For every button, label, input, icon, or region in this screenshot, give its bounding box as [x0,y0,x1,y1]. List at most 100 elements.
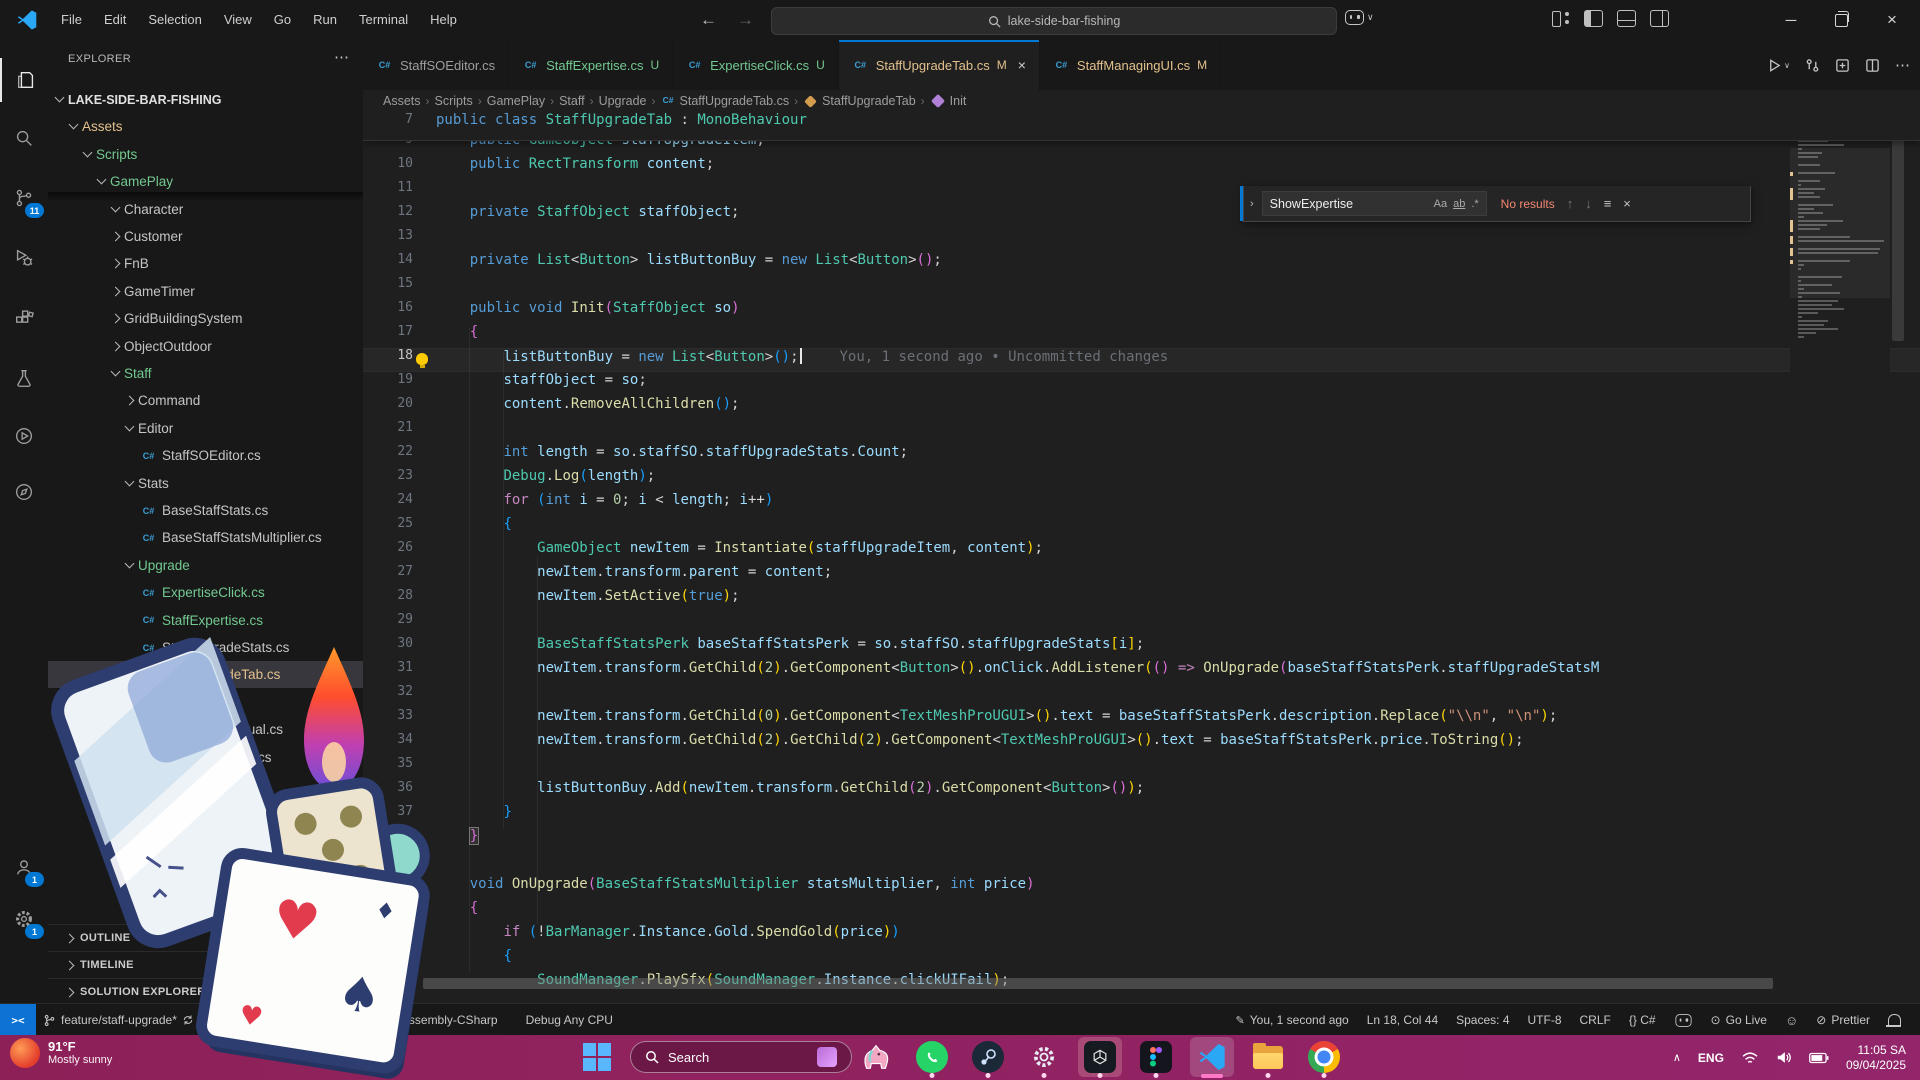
line-number[interactable]: 17 [363,324,413,339]
code-line-19[interactable]: 19 staffObject = so; [363,372,1920,396]
explorer-item-gametimer[interactable]: GameTimer [48,278,364,305]
code-line-14[interactable]: 14 private List<Button> listButtonBuy = … [363,252,1920,276]
breadcrumb-item-assets[interactable]: Assets [383,94,421,108]
line-number[interactable]: 41 [363,900,413,915]
find-toggle-aa[interactable]: Aa [1434,198,1447,210]
code-line-32[interactable]: 32 [363,684,1920,708]
code-line-39[interactable]: 39 [363,852,1920,876]
toggle-sidebar-icon[interactable] [1584,10,1603,27]
volume-icon[interactable] [1776,1050,1792,1065]
menu-selection[interactable]: Selection [137,7,212,33]
menu-terminal[interactable]: Terminal [348,7,419,33]
menu-edit[interactable]: Edit [93,7,137,33]
line-number[interactable]: 19 [363,372,413,387]
horizontal-scrollbar[interactable] [423,978,1773,989]
code-line-27[interactable]: 27 newItem.transform.parent = content; [363,564,1920,588]
line-number[interactable]: 16 [363,300,413,315]
unicorn-game-icon[interactable] [854,1037,898,1077]
explorer-item-stats[interactable]: Stats [48,470,364,497]
status-ln-18-col-44[interactable]: Ln 18, Col 44 [1360,1013,1445,1027]
find-close-icon[interactable]: × [1623,196,1631,211]
code-line-41[interactable]: 41 { [363,900,1920,924]
figma-icon[interactable] [1134,1037,1178,1077]
breadcrumb-item-staffupgradetab-cs[interactable]: C#StaffUpgradeTab.cs [661,94,790,108]
explorer-item-staffupgradetab-cs[interactable]: C#StaffUpgradeTab.csM [48,661,364,688]
code-line-22[interactable]: 22 int length = so.staffSO.staffUpgradeS… [363,444,1920,468]
explorer-item-expertiseclick-cs[interactable]: C#ExpertiseClick.csU [48,579,364,606]
status-copilot[interactable] [1667,1013,1700,1028]
sidebar-item-explorer[interactable] [0,58,50,102]
code-line-24[interactable]: 24 for (int i = 0; i < length; i++) [363,492,1920,516]
quick-fix-lightbulb-icon[interactable] [416,353,428,365]
copilot-menu[interactable]: ∨ [1345,10,1374,25]
code-line-29[interactable]: 29 [363,612,1920,636]
clock[interactable]: 11:05 SA 09/04/2025 [1846,1043,1906,1073]
wifi-icon[interactable] [1741,1051,1759,1065]
breadcrumb-item-upgrade[interactable]: Upgrade [599,94,647,108]
explorer-item-fmike-cs[interactable]: C#fMike.cs [48,771,364,798]
toggle-panel-icon[interactable] [1617,10,1636,27]
code-line-21[interactable]: 21 [363,420,1920,444]
command-center-search[interactable]: lake-side-bar-fishing [771,7,1337,35]
code-line-17[interactable]: 17 { [363,324,1920,348]
tab-staffexpertise-cs[interactable]: C#StaffExpertise.csU [509,40,673,90]
toggle-secondary-sidebar-icon[interactable] [1650,10,1669,27]
explorer-item-editor[interactable]: Editor [48,415,364,442]
code-line-36[interactable]: 36 listButtonBuy.Add(newItem.transform.G… [363,780,1920,804]
file-explorer-icon[interactable] [1246,1037,1290,1077]
sidebar-item-run-debug[interactable] [0,236,48,280]
find-previous-icon[interactable]: ↑ [1567,196,1574,211]
weather-widget[interactable]: 91°F Mostly sunny [10,1038,112,1068]
explorer-item-item[interactable]: C# [48,853,364,880]
line-number[interactable]: 39 [363,852,413,867]
code-line-42[interactable]: 42 if (!BarManager.Instance.Gold.SpendGo… [363,924,1920,948]
line-number[interactable]: 22 [363,444,413,459]
problems-item[interactable]: ⊗0 △0 [273,1013,335,1027]
code-line-28[interactable]: 28 newItem.SetActive(true); [363,588,1920,612]
tab-expertiseclick-cs[interactable]: C#ExpertiseClick.csU [673,40,839,90]
line-number[interactable]: 37 [363,804,413,819]
line-number[interactable]: 31 [363,660,413,675]
code-line-18[interactable]: 18 listButtonBuy = new List<Button>();Yo… [363,348,1920,372]
code-line-31[interactable]: 31 newItem.transform.GetChild(2).GetComp… [363,660,1920,684]
explorer-item-command[interactable]: Command [48,387,364,414]
toggle-replace-icon[interactable]: › [1250,198,1254,210]
status-pencil[interactable]: ✎You, 1 second ago [1229,1013,1356,1027]
line-number[interactable]: 23 [363,468,413,483]
line-number[interactable]: 30 [363,636,413,651]
line-number[interactable]: 44 [363,972,413,987]
explorer-item-upgrade[interactable]: Upgrade [48,552,364,579]
sidebar-item-testing[interactable] [0,356,48,400]
status-bell[interactable] [1881,1016,1908,1025]
debug-target-item[interactable]: Debug Any CPU [519,1013,620,1027]
line-number[interactable]: 27 [363,564,413,579]
settings-icon[interactable] [1022,1037,1066,1077]
find-toggle-item[interactable]: .* [1471,198,1478,210]
breadcrumb-item-staffupgradetab[interactable]: StaffUpgradeTab [803,94,916,108]
breadcrumb-item-staff[interactable]: Staff [559,94,584,108]
line-number[interactable]: 10 [363,156,413,171]
breadcrumb-item-scripts[interactable]: Scripts [435,94,473,108]
chrome-icon[interactable] [1302,1037,1346,1077]
split-editor-icon[interactable] [1865,58,1880,73]
sticky-scroll-line[interactable]: 7public class StaffUpgradeTab : MonoBeha… [363,112,1920,141]
code-line-37[interactable]: 37 } [363,804,1920,828]
language-indicator[interactable]: ENG [1698,1051,1724,1065]
explorer-item-staffsoeditor-cs[interactable]: C#StaffSOEditor.cs [48,442,364,469]
explorer-item-iactionvisual-cs[interactable]: C#IActionVisual.cs [48,716,364,743]
vscode-taskbar-icon[interactable] [1190,1037,1234,1077]
battery-icon[interactable] [1809,1052,1829,1064]
section-solution-explorer[interactable]: SOLUTION EXPLORER [48,978,363,1003]
line-number[interactable]: 38 [363,828,413,843]
explorer-item-staffexpertise-cs[interactable]: C#StaffExpertise.csU [48,607,364,634]
close-button[interactable]: × [1882,10,1902,30]
line-number[interactable]: 12 [363,204,413,219]
tab-staffsoeditor-cs[interactable]: C#StaffSOEditor.cs [363,40,509,90]
explorer-item-staff[interactable]: Staff [48,360,364,387]
find-next-icon[interactable]: ↓ [1585,196,1592,211]
sidebar-item-play-circle[interactable] [0,414,48,458]
sidebar-item-search[interactable] [0,116,48,160]
find-toggle-ab[interactable]: ab [1453,198,1465,210]
sidebar-item-extensions[interactable] [0,296,48,340]
explorer-item-customer[interactable]: Customer [48,223,364,250]
